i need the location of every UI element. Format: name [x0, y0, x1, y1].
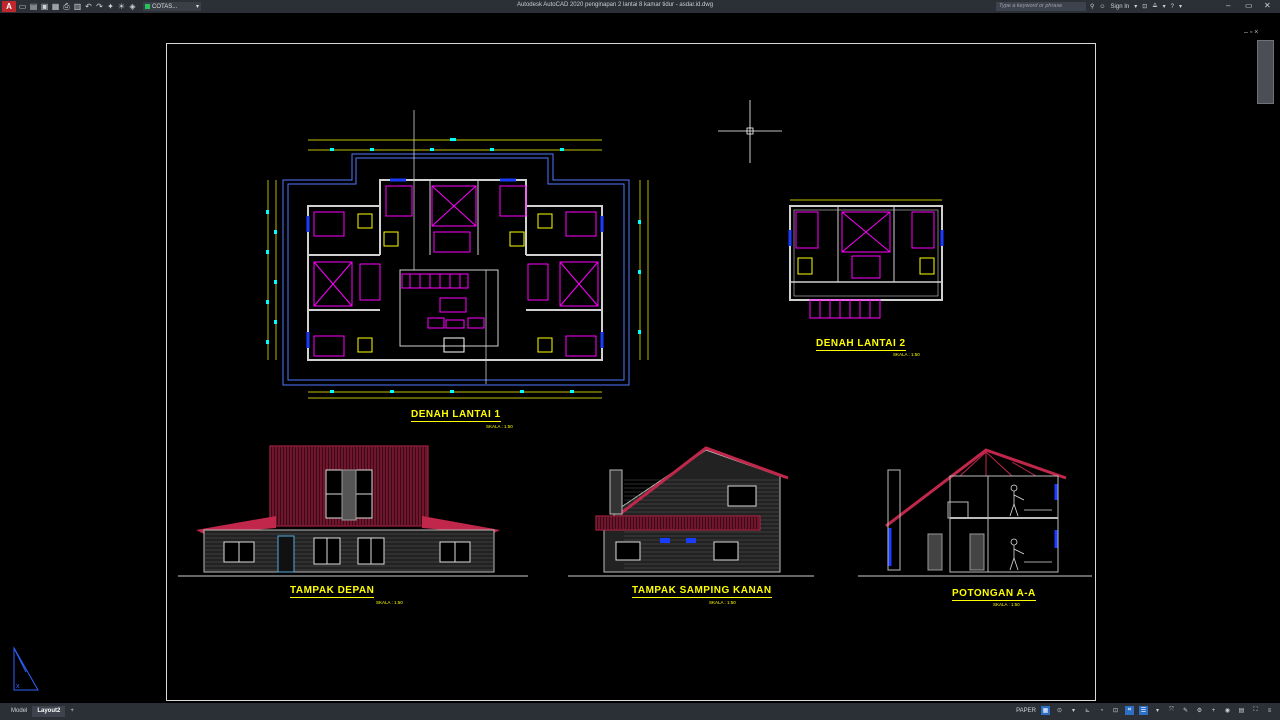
ucs-icon: x: [13, 646, 39, 691]
search-input[interactable]: Type a keyword or phrase: [996, 2, 1086, 11]
side-elevation-title: TAMPAK SAMPING KANAN: [632, 585, 772, 598]
close-icon[interactable]: ✕: [1264, 1, 1271, 10]
chevron-down-icon[interactable]: ▾: [1134, 3, 1137, 10]
maximize-icon[interactable]: ▭: [1245, 1, 1253, 10]
sign-in-link[interactable]: Sign In: [1111, 4, 1130, 10]
floor-plan-1: [266, 110, 649, 399]
infocenter-tools: ⚲ ☺ Sign In ▾ ⊡ ⟁ ▾ ? ▾: [1090, 1, 1182, 12]
add-layout-button[interactable]: +: [65, 706, 79, 717]
polar-icon[interactable]: ◔: [1097, 706, 1106, 715]
tab-layout2[interactable]: Layout2: [32, 706, 66, 717]
floor-plan-2: [788, 199, 944, 319]
ortho-icon[interactable]: ⊾: [1083, 706, 1092, 715]
otrack-icon[interactable]: ⌗: [1125, 706, 1134, 715]
status-bar: Model Layout2 + PAPER ▦ ⊙ ▾ ⊾ ◔ ⊡ ⌗ ☰ ▾ …: [0, 703, 1280, 720]
plan2-title: DENAH LANTAI 2: [816, 338, 906, 351]
side-elevation: [568, 446, 814, 577]
chevron-down-icon[interactable]: ▾: [1153, 706, 1162, 715]
chevron-down-icon[interactable]: ▾: [1163, 3, 1166, 10]
customize-menu-icon[interactable]: ≡: [1265, 706, 1274, 715]
section-aa: [858, 448, 1092, 577]
chevron-down-icon[interactable]: ▾: [1069, 706, 1078, 715]
osnap-icon[interactable]: ⊡: [1111, 706, 1120, 715]
hardware-accel-icon[interactable]: ▤: [1237, 706, 1246, 715]
front-elevation-title: TAMPAK DEPAN: [290, 585, 375, 598]
cad-drawing: x: [13, 100, 1092, 691]
section-title: POTONGAN A-A: [952, 588, 1036, 601]
isolate-icon[interactable]: ◉: [1223, 706, 1232, 715]
layout-grid-icon[interactable]: ▦: [1041, 706, 1050, 715]
workspace-gear-icon[interactable]: ⚙: [1195, 706, 1204, 715]
title-bar: A ▭ ▤ ▣ ▦ ⎙ ▥ ↶ ↷ ✦ ☀ ◈ COTAS... ▾ Autod…: [0, 0, 1280, 13]
plan1-title: DENAH LANTAI 1: [411, 409, 501, 422]
status-tools: PAPER ▦ ⊙ ▾ ⊾ ◔ ⊡ ⌗ ☰ ▾ ⤧ ✎ ⚙ + ◉ ▤ ⛶ ≡: [1016, 706, 1274, 715]
plan1-scale: SKALA : 1:50: [486, 424, 513, 429]
side-elevation-scale: SKALA : 1:50: [709, 600, 736, 605]
svg-text:x: x: [16, 683, 20, 690]
plus-icon[interactable]: +: [1209, 706, 1218, 715]
fullscreen-icon[interactable]: ⛶: [1251, 706, 1260, 715]
front-elevation: [178, 445, 528, 577]
tab-model[interactable]: Model: [6, 706, 32, 717]
paper-space-toggle[interactable]: PAPER: [1016, 708, 1036, 714]
annotation-icon[interactable]: ✎: [1181, 706, 1190, 715]
help-icon[interactable]: ?: [1171, 4, 1174, 10]
drawing-canvas[interactable]: – ▫ × x DENAH LANTAI 1 SKALA: 1:50 DENA…: [0, 13, 1280, 703]
user-icon[interactable]: ☺: [1099, 4, 1105, 10]
plan2-scale: SKALA : 1:50: [893, 352, 920, 357]
snap-icon[interactable]: ⊙: [1055, 706, 1064, 715]
share-icon[interactable]: ⟁: [1152, 3, 1157, 10]
selection-cycling-icon[interactable]: ⤧: [1167, 706, 1176, 715]
binoculars-icon[interactable]: ⚲: [1090, 3, 1094, 10]
crosshair-cursor: [718, 100, 782, 163]
chevron-down-icon[interactable]: ▾: [1179, 3, 1182, 10]
lineweight-icon[interactable]: ☰: [1139, 706, 1148, 715]
section-scale: SKALA : 1:50: [993, 602, 1020, 607]
cart-icon[interactable]: ⊡: [1142, 3, 1147, 10]
front-elevation-scale: SKALA : 1:50: [376, 600, 403, 605]
minimize-icon[interactable]: –: [1226, 1, 1230, 10]
